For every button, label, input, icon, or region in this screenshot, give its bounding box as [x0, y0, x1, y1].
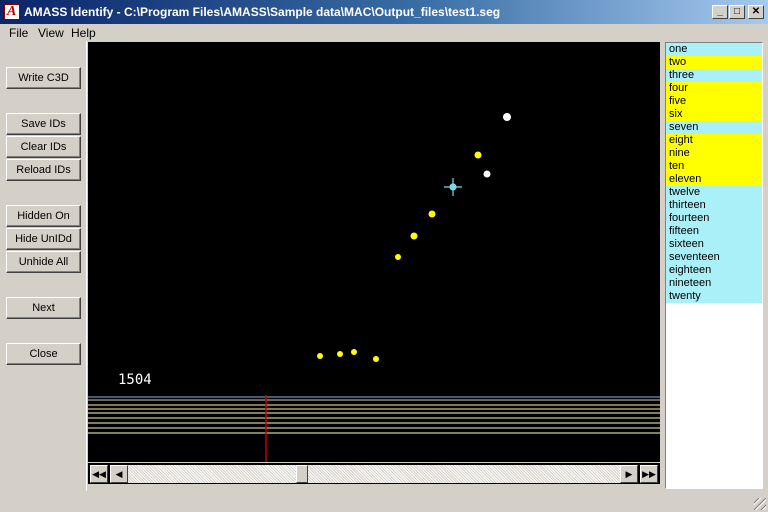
list-item[interactable]: twenty: [666, 290, 762, 303]
list-item[interactable]: fifteen: [666, 225, 762, 238]
control-panel: Write C3D Save IDs Clear IDs Reload IDs …: [0, 41, 87, 491]
list-item[interactable]: eighteen: [666, 264, 762, 277]
close-window-button[interactable]: ✕: [748, 5, 764, 19]
marker-point[interactable]: [474, 151, 482, 159]
last-frame-button[interactable]: ▶▶: [640, 465, 658, 483]
save-ids-button[interactable]: Save IDs: [6, 113, 81, 135]
list-item[interactable]: eight: [666, 134, 762, 147]
timeline-traces: [88, 396, 660, 434]
maximize-button[interactable]: □: [729, 5, 745, 19]
list-item[interactable]: seven: [666, 121, 762, 134]
first-frame-button[interactable]: ◀◀: [90, 465, 108, 483]
marker-label-list[interactable]: one two three four five six seven eight nine ten e…: [665, 42, 763, 489]
list-item[interactable]: thirteen: [666, 199, 762, 212]
frame-number: 1504: [118, 372, 152, 388]
menu-help[interactable]: Help: [71, 26, 96, 40]
marker-point[interactable]: [351, 349, 357, 355]
prev-frame-button[interactable]: ◀: [110, 465, 128, 483]
scroll-thumb[interactable]: [296, 465, 308, 483]
marker-point[interactable]: [317, 353, 323, 359]
marker-point[interactable]: [337, 351, 343, 357]
list-item[interactable]: nine: [666, 147, 762, 160]
close-button[interactable]: Close: [6, 343, 81, 365]
resize-grip-icon[interactable]: [754, 498, 766, 510]
list-item[interactable]: eleven: [666, 173, 762, 186]
minimize-button[interactable]: _: [712, 5, 728, 19]
reload-ids-button[interactable]: Reload IDs: [6, 159, 81, 181]
marker-point[interactable]: [410, 232, 418, 240]
title-bar[interactable]: A AMASS Identify - C:\Program Files\AMAS…: [0, 0, 768, 24]
unhide-all-button[interactable]: Unhide All: [6, 251, 81, 273]
next-button[interactable]: Next: [6, 297, 81, 319]
list-item[interactable]: five: [666, 95, 762, 108]
list-item[interactable]: six: [666, 108, 762, 121]
scroll-track[interactable]: [128, 465, 620, 483]
hidden-on-button[interactable]: Hidden On: [6, 205, 81, 227]
clear-ids-button[interactable]: Clear IDs: [6, 136, 81, 158]
crosshair-cursor-icon: [444, 178, 462, 196]
window-title: AMASS Identify - C:\Program Files\AMASS\…: [24, 5, 501, 19]
list-item[interactable]: sixteen: [666, 238, 762, 251]
list-item[interactable]: three: [666, 69, 762, 82]
hide-unidd-button[interactable]: Hide UnIDd: [6, 228, 81, 250]
list-item[interactable]: seventeen: [666, 251, 762, 264]
list-item[interactable]: fourteen: [666, 212, 762, 225]
write-c3d-button[interactable]: Write C3D: [6, 67, 81, 89]
list-item[interactable]: two: [666, 56, 762, 69]
marker-point[interactable]: [395, 254, 401, 260]
viewport-drawing: 1504: [88, 113, 660, 462]
list-item[interactable]: one: [666, 43, 762, 56]
list-item[interactable]: four: [666, 82, 762, 95]
marker-point[interactable]: [428, 210, 436, 218]
list-item[interactable]: twelve: [666, 186, 762, 199]
menu-file[interactable]: File: [9, 26, 28, 40]
marker-point[interactable]: [503, 113, 511, 121]
menu-view[interactable]: View: [38, 26, 64, 40]
frame-scrollbar[interactable]: ◀◀ ◀ ▶ ▶▶: [88, 463, 660, 484]
app-icon: A: [4, 4, 20, 20]
marker-point[interactable]: [483, 170, 491, 178]
menu-bar: File View Help: [0, 24, 768, 41]
marker-viewport[interactable]: 1504: [88, 42, 660, 462]
list-item[interactable]: ten: [666, 160, 762, 173]
next-frame-button[interactable]: ▶: [620, 465, 638, 483]
list-item[interactable]: nineteen: [666, 277, 762, 290]
marker-point[interactable]: [373, 356, 379, 362]
